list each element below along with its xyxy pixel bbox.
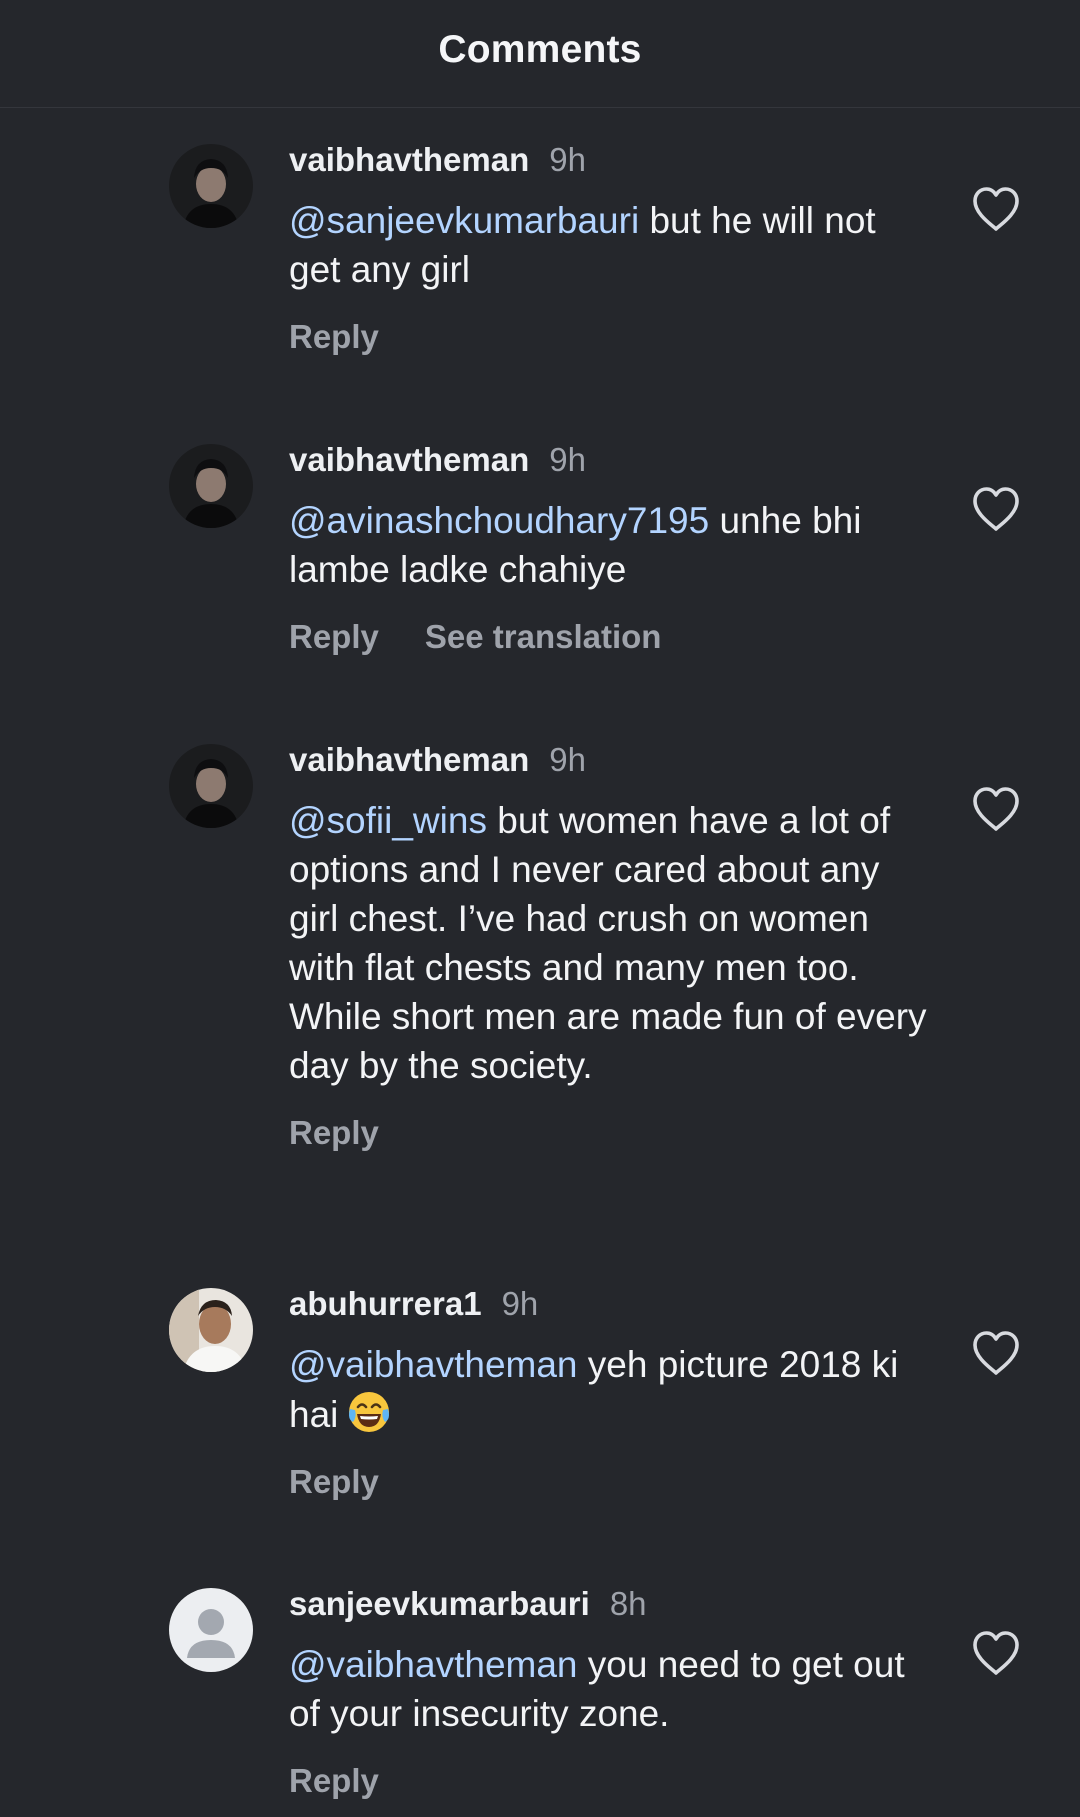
user-photo-icon — [169, 744, 253, 828]
reply-button[interactable]: Reply — [289, 1762, 379, 1800]
username[interactable]: vaibhavtheman — [289, 741, 529, 778]
comment-item: vaibhavtheman 9h @avinashchoudhary7195 un… — [0, 440, 1080, 680]
avatar[interactable] — [169, 1288, 253, 1372]
comment-text: @vaibhavtheman you need to get out of yo… — [289, 1640, 929, 1738]
username[interactable]: abuhurrera1 — [289, 1285, 482, 1322]
avatar[interactable] — [169, 1588, 253, 1672]
page-title: Comments — [438, 27, 642, 71]
comment-text: @vaibhavtheman yeh picture 2018 ki hai — [289, 1340, 929, 1439]
username[interactable]: vaibhavtheman — [289, 441, 529, 478]
default-profile-icon — [169, 1588, 253, 1672]
comment-item: abuhurrera1 9h @vaibhavtheman yeh picture… — [0, 1284, 1080, 1524]
avatar[interactable] — [169, 744, 253, 828]
username[interactable]: sanjeevkumarbauri — [289, 1585, 590, 1622]
comment-item: vaibhavtheman 9h @sanjeevkumarbauri but h… — [0, 140, 1080, 380]
timestamp: 9h — [549, 441, 586, 478]
mention-link[interactable]: @avinashchoudhary7195 — [289, 500, 709, 541]
user-photo-icon — [169, 444, 253, 528]
comment-item: sanjeevkumarbauri 8h @vaibhavtheman you n… — [0, 1584, 1080, 1817]
reply-button[interactable]: Reply — [289, 1463, 379, 1501]
comment-body: but women have a lot of options and I ne… — [289, 800, 927, 1086]
comment-text: @sanjeevkumarbauri but he will not get a… — [289, 196, 929, 294]
comments-header: Comments — [0, 0, 1080, 108]
heart-outline-icon[interactable] — [970, 1629, 1022, 1677]
heart-outline-icon[interactable] — [970, 185, 1022, 233]
comment-text: @avinashchoudhary7195 unhe bhi lambe lad… — [289, 496, 929, 594]
user-photo-icon — [169, 144, 253, 228]
heart-outline-icon[interactable] — [970, 1329, 1022, 1377]
see-translation-button[interactable]: See translation — [425, 618, 662, 656]
reply-button[interactable]: Reply — [289, 318, 379, 356]
heart-outline-icon[interactable] — [970, 485, 1022, 533]
mention-link[interactable]: @sanjeevkumarbauri — [289, 200, 639, 241]
user-photo-icon — [169, 1288, 253, 1372]
comment-text: @sofii_wins but women have a lot of opti… — [289, 796, 929, 1090]
face-with-tears-of-joy-icon — [349, 1392, 390, 1432]
timestamp: 9h — [501, 1285, 539, 1322]
avatar[interactable] — [169, 144, 253, 228]
timestamp: 9h — [549, 141, 586, 178]
heart-outline-icon[interactable] — [970, 785, 1022, 833]
avatar[interactable] — [169, 444, 253, 528]
username[interactable]: vaibhavtheman — [289, 141, 529, 178]
mention-link[interactable]: @sofii_wins — [289, 800, 487, 841]
mention-link[interactable]: @vaibhavtheman — [289, 1344, 578, 1385]
reply-button[interactable]: Reply — [289, 1114, 379, 1152]
reply-button[interactable]: Reply — [289, 618, 379, 656]
timestamp: 8h — [609, 1585, 647, 1622]
mention-link[interactable]: @vaibhavtheman — [289, 1644, 578, 1685]
timestamp: 9h — [549, 741, 586, 778]
comment-item: vaibhavtheman 9h @sofii_wins but women ha… — [0, 740, 1080, 1220]
